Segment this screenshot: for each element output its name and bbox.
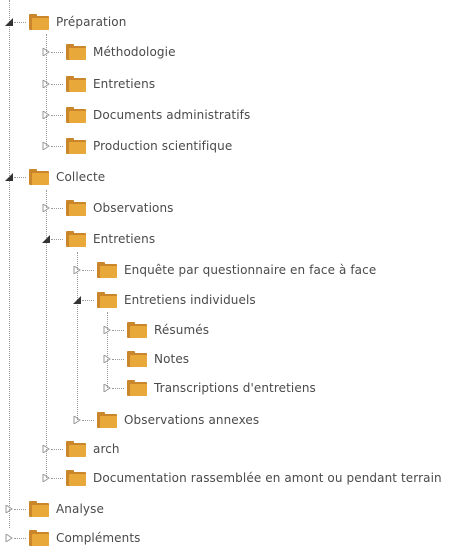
tree-node-observations[interactable]: Observations <box>42 196 174 220</box>
folder-icon <box>28 500 50 518</box>
tree-connector <box>112 387 124 389</box>
folder-icon <box>65 230 87 248</box>
tree-node-label[interactable]: Documents administratifs <box>93 108 250 122</box>
tree-node-label[interactable]: Observations annexes <box>124 413 259 427</box>
folder-icon <box>65 43 87 61</box>
folder-icon <box>65 106 87 124</box>
tree-connector <box>112 329 124 331</box>
tree-node-transcriptions[interactable]: Transcriptions d'entretiens <box>103 376 316 400</box>
folder-icon <box>28 13 50 31</box>
triangle-right-icon[interactable] <box>41 47 51 57</box>
folder-icon <box>65 440 87 458</box>
triangle-down-icon[interactable] <box>4 172 14 182</box>
tree-node-methodologie[interactable]: Méthodologie <box>42 40 176 64</box>
triangle-right-icon[interactable] <box>102 383 112 393</box>
folder-icon <box>96 291 118 309</box>
folder-icon <box>65 469 87 487</box>
tree-node-label[interactable]: Entretiens <box>93 77 155 91</box>
folder-icon <box>126 321 148 339</box>
tree-node-label[interactable]: Documentation rassemblée en amont ou pen… <box>93 471 442 485</box>
tree-node-documentation[interactable]: Documentation rassemblée en amont ou pen… <box>42 466 442 490</box>
tree-node-entretiens-collecte[interactable]: Entretiens <box>42 227 155 251</box>
tree-node-label[interactable]: Compléments <box>56 531 140 545</box>
triangle-right-icon[interactable] <box>41 110 51 120</box>
tree-connector <box>82 419 94 421</box>
triangle-right-icon[interactable] <box>41 444 51 454</box>
tree-guide-root <box>9 0 10 528</box>
tree-node-label[interactable]: Préparation <box>56 15 126 29</box>
triangle-right-icon[interactable] <box>102 354 112 364</box>
tree-node-label[interactable]: Entretiens <box>93 232 155 246</box>
folder-icon <box>96 411 118 429</box>
tree-connector <box>51 207 63 209</box>
folder-icon <box>96 261 118 279</box>
folder-icon <box>65 199 87 217</box>
tree-node-observations-annexes[interactable]: Observations annexes <box>73 408 259 432</box>
folder-tree: Préparation Méthodologie Entretiens Docu… <box>0 0 458 547</box>
tree-node-analyse[interactable]: Analyse <box>5 497 104 521</box>
tree-node-entretiens-individuels[interactable]: Entretiens individuels <box>73 288 256 312</box>
folder-icon <box>126 350 148 368</box>
tree-connector <box>51 448 63 450</box>
tree-node-label[interactable]: Enquête par questionnaire en face à face <box>124 263 376 277</box>
triangle-right-icon[interactable] <box>41 203 51 213</box>
tree-connector <box>51 477 63 479</box>
folder-icon <box>126 379 148 397</box>
tree-node-label[interactable]: Notes <box>154 352 189 366</box>
tree-node-label[interactable]: Analyse <box>56 502 104 516</box>
folder-icon <box>28 529 50 547</box>
folder-icon <box>65 137 87 155</box>
tree-connector <box>14 508 26 510</box>
tree-connector <box>14 21 26 23</box>
tree-node-entretiens-preparation[interactable]: Entretiens <box>42 72 155 96</box>
tree-node-preparation[interactable]: Préparation <box>5 10 126 34</box>
tree-node-collecte[interactable]: Collecte <box>5 165 105 189</box>
folder-icon <box>28 168 50 186</box>
triangle-down-icon[interactable] <box>72 295 82 305</box>
tree-node-production-scientifique[interactable]: Production scientifique <box>42 134 232 158</box>
triangle-right-icon[interactable] <box>4 504 14 514</box>
triangle-right-icon[interactable] <box>72 265 82 275</box>
triangle-right-icon[interactable] <box>41 141 51 151</box>
tree-node-label[interactable]: Résumés <box>154 323 209 337</box>
tree-connector <box>14 176 26 178</box>
tree-node-label[interactable]: Collecte <box>56 170 105 184</box>
tree-connector <box>14 537 26 539</box>
tree-node-label[interactable]: Observations <box>93 201 174 215</box>
triangle-right-icon[interactable] <box>102 325 112 335</box>
triangle-down-icon[interactable] <box>41 234 51 244</box>
folder-icon <box>65 75 87 93</box>
tree-connector <box>82 269 94 271</box>
tree-node-resumes[interactable]: Résumés <box>103 318 209 342</box>
tree-connector <box>51 51 63 53</box>
triangle-right-icon[interactable] <box>41 473 51 483</box>
tree-connector <box>82 299 94 301</box>
triangle-right-icon[interactable] <box>72 415 82 425</box>
tree-connector <box>112 358 124 360</box>
triangle-right-icon[interactable] <box>4 533 14 543</box>
tree-node-label[interactable]: arch <box>93 442 120 456</box>
tree-connector <box>51 145 63 147</box>
tree-node-documents-administratifs[interactable]: Documents administratifs <box>42 103 250 127</box>
tree-node-label[interactable]: Transcriptions d'entretiens <box>154 381 316 395</box>
triangle-down-icon[interactable] <box>4 17 14 27</box>
tree-connector <box>51 83 63 85</box>
tree-node-notes[interactable]: Notes <box>103 347 189 371</box>
tree-node-complements[interactable]: Compléments <box>5 526 140 550</box>
triangle-right-icon[interactable] <box>41 79 51 89</box>
tree-node-enquete[interactable]: Enquête par questionnaire en face à face <box>73 258 376 282</box>
tree-connector <box>51 238 63 240</box>
tree-connector <box>51 114 63 116</box>
tree-node-label[interactable]: Production scientifique <box>93 139 232 153</box>
tree-node-label[interactable]: Entretiens individuels <box>124 293 256 307</box>
tree-node-label[interactable]: Méthodologie <box>93 45 176 59</box>
tree-node-arch[interactable]: arch <box>42 437 120 461</box>
